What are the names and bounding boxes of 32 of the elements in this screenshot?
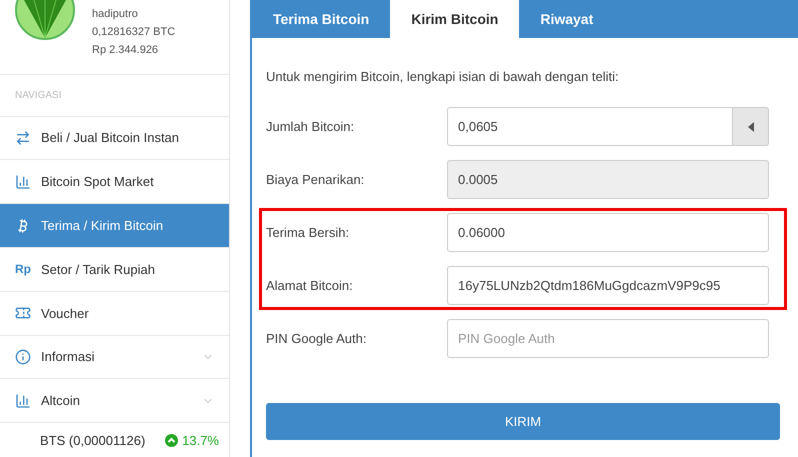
sidebar-item[interactable]: Voucher: [0, 292, 229, 336]
input-field[interactable]: 16y75LUNzb2Qtdm186MuGgdcazmV9P9c95: [447, 266, 769, 305]
sidebar-item[interactable]: Terima / Kirim Bitcoin: [0, 204, 229, 248]
field-label: Alamat Bitcoin:: [266, 278, 354, 293]
sidebar-item[interactable]: Informasi: [0, 336, 229, 380]
bar-chart-icon: [15, 392, 31, 409]
input-field[interactable]: 0.06000: [447, 213, 769, 252]
tab[interactable]: Kirim Bitcoin: [390, 0, 520, 38]
info-icon: [15, 348, 31, 365]
send-button[interactable]: KIRIM: [266, 403, 780, 440]
form-intro: Untuk mengirim Bitcoin, lengkapi isian di bawah dengan teliti:: [266, 69, 620, 84]
tab[interactable]: Terima Bitcoin: [252, 0, 390, 38]
idr-balance: Rp 2.344.926: [92, 44, 160, 56]
diamond-avatar-icon: [14, 0, 76, 42]
field-label: Jumlah Bitcoin:: [266, 119, 356, 134]
btc-balance: 0,12816327 BTC: [92, 26, 176, 38]
field-label: PIN Google Auth:: [266, 331, 368, 346]
tab[interactable]: Riwayat: [519, 0, 614, 38]
caret-icon: [748, 122, 754, 132]
rupiah-icon: Rp: [15, 262, 31, 276]
ticket-icon: [15, 305, 31, 322]
username: hadiputro: [92, 8, 139, 20]
caret-button[interactable]: [733, 107, 769, 146]
sidebar-item[interactable]: Beli / Jual Bitcoin Instan: [0, 116, 229, 160]
field-label: Biaya Penarikan:: [266, 172, 366, 187]
ticker-label: BTS (0,00001126): [40, 432, 146, 448]
ticker-change: 13.7%: [182, 432, 219, 448]
field-label: Terima Bersih:: [266, 225, 350, 240]
input-field[interactable]: 0,0605: [447, 107, 733, 146]
bar-chart-icon: [15, 174, 31, 190]
arrows-icon: [15, 130, 31, 146]
input-field[interactable]: PIN Google Auth: [447, 319, 769, 358]
